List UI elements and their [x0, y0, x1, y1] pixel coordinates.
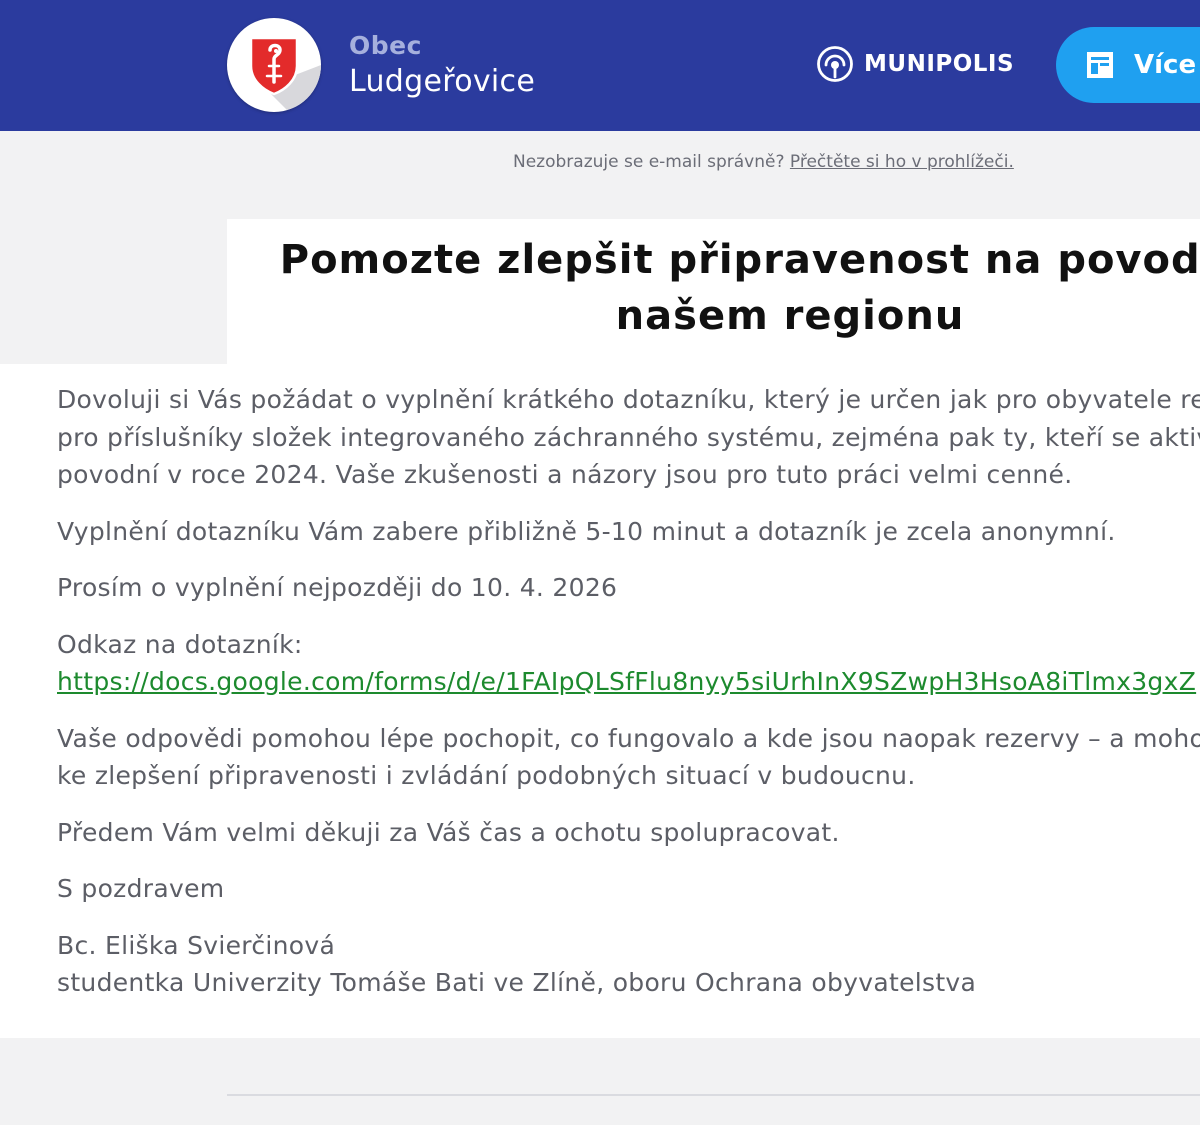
- paragraph-greeting: S pozdravem: [57, 874, 225, 903]
- more-button-label: Více: [1134, 50, 1197, 80]
- title-line-2: našem regionu: [615, 293, 965, 339]
- document-icon: [1087, 52, 1113, 78]
- footer-divider: [227, 1094, 1200, 1096]
- title-line-1: Pomozte zlepšit připravenost na povodně …: [279, 237, 1200, 283]
- paragraph-duration: Vyplnění dotazníku Vám zabere přibližně …: [57, 516, 1116, 546]
- signature: Bc. Eliška Svierčinová studentka Univerz…: [57, 927, 1200, 1002]
- munipolis-logo-icon: [817, 46, 853, 82]
- munipolis-link[interactable]: MUNIPOLIS: [816, 44, 1014, 84]
- org-type-label: Obec: [349, 31, 422, 60]
- signature-name: Bc. Eliška Svierčinová: [57, 930, 336, 960]
- municipal-crest-icon: [249, 36, 321, 110]
- munipolis-label: MUNIPOLIS: [864, 51, 1015, 77]
- article-body: Dovoluji si Vás požádat o vyplnění krátk…: [57, 381, 1200, 1021]
- email-page: Obec Ludgeřovice MUNIPOLIS Více Nezobraz…: [0, 0, 1200, 1125]
- header-bar: Obec Ludgeřovice MUNIPOLIS Více: [0, 0, 1200, 131]
- questionnaire-link[interactable]: https://docs.google.com/forms/d/e/1FAIpQ…: [57, 667, 1196, 696]
- paragraph-link: Odkaz na dotazník: https://docs.google.c…: [57, 626, 1200, 701]
- logo-badge[interactable]: [227, 18, 321, 112]
- paragraph-purpose: Vaše odpovědi pomohou lépe pochopit, co …: [57, 723, 1200, 791]
- paragraph-thanks: Předem Vám velmi děkuji za Váš čas a och…: [57, 817, 840, 847]
- paragraph-deadline: Prosím o vyplnění nejpozději do 10. 4. 2…: [57, 573, 618, 602]
- view-in-browser-link[interactable]: Přečtěte si ho v prohlížeči.: [790, 152, 1014, 172]
- more-button[interactable]: Více: [1056, 27, 1200, 103]
- page-title: Pomozte zlepšit připravenost na povodně …: [0, 232, 1200, 344]
- signature-title: studentka Univerzity Tomáše Bati ve Zlín…: [57, 968, 977, 997]
- org-name: Ludgeřovice: [349, 64, 536, 99]
- link-label: Odkaz na dotazník:: [57, 629, 303, 659]
- paragraph-intro: Dovoluji si Vás požádat o vyplnění krátk…: [57, 385, 1200, 489]
- preview-text: Nezobrazuje se e-mail správně?: [513, 152, 790, 172]
